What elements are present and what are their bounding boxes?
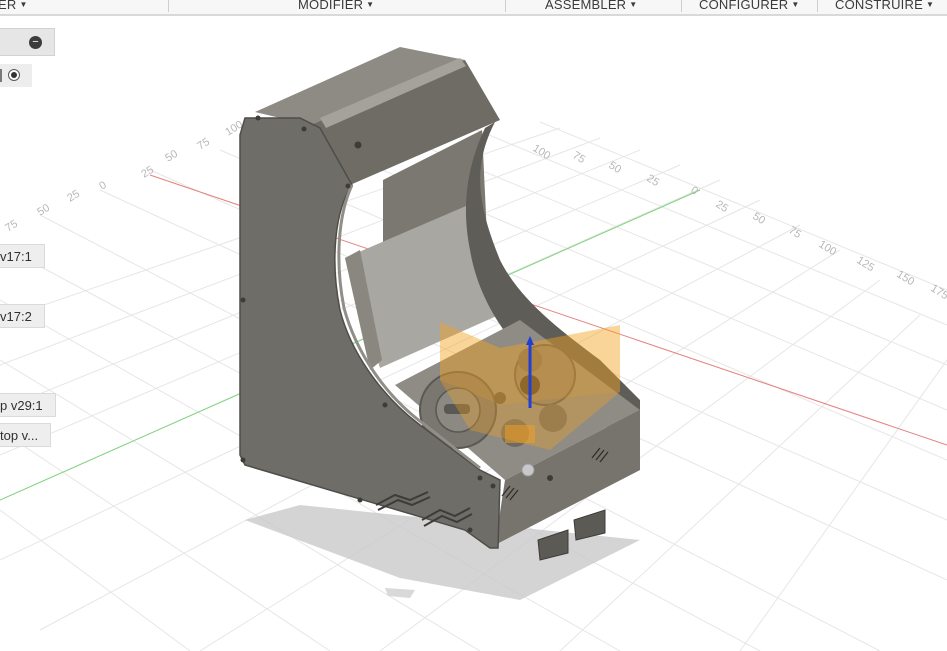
front-hole	[521, 463, 535, 477]
grid-tick-label: 0	[97, 179, 109, 192]
component-label[interactable]: top v...	[0, 423, 52, 447]
front-hole	[547, 475, 553, 481]
menu-assemble[interactable]: ASSEMBLER ▼	[545, 0, 637, 12]
grid-tick-label: 25	[65, 188, 82, 205]
grid-tick-label: 75	[570, 149, 587, 166]
component-label-text: p v29:1	[0, 398, 43, 413]
viewport-canvas[interactable]: 75 50 25 0 25 50 75 100 100 75 50 25 0 2…	[0, 16, 947, 651]
grid-tick-label: 75	[195, 136, 212, 153]
selection-gizmo-slot	[505, 425, 535, 443]
menu-modify[interactable]: MODIFIER ▼	[298, 0, 374, 12]
caret-down-icon: ▼	[791, 0, 800, 9]
menu-assemble-label: ASSEMBLER	[545, 0, 627, 12]
component-label[interactable]: p v29:1	[0, 393, 56, 417]
grid-tick-label: 100	[816, 238, 838, 258]
component-label-text: v17:1	[0, 249, 32, 264]
menu-configure-label: CONFIGURER	[699, 0, 789, 12]
grid-tick-label: 150	[894, 268, 916, 288]
component-label[interactable]: v17:2	[0, 304, 45, 328]
grid-tick-label: 50	[163, 148, 180, 165]
caret-down-icon: ▼	[925, 0, 935, 9]
menu-modify-label: MODIFIER	[298, 0, 364, 12]
menu-build-label: CONSTRUIRE	[835, 0, 923, 12]
menu-partial-label: ER	[0, 0, 17, 12]
grid-tick-label: 75	[3, 218, 20, 235]
grid-tick-label: 100	[530, 142, 552, 162]
component-label-text: top v...	[0, 428, 39, 443]
caret-down-icon: ▼	[366, 0, 375, 9]
menu-configure[interactable]: CONFIGURER ▼	[699, 0, 800, 12]
caret-down-icon: ▼	[19, 0, 28, 9]
grid-tick-label: 50	[750, 210, 767, 227]
grid-tick-label: 75	[786, 224, 803, 241]
grid-tick-label: 175	[928, 282, 947, 302]
toolbar-separator	[817, 0, 818, 12]
grid-tick-label: 25	[644, 172, 661, 189]
caret-down-icon: ▼	[629, 0, 638, 9]
loose-block	[573, 509, 606, 541]
grid-tick-label: 25	[713, 198, 730, 215]
toolbar-separator	[681, 0, 682, 12]
toolbar: ER ▼ MODIFIER ▼ ASSEMBLER ▼ CONFIGURER ▼ CON…	[0, 0, 947, 16]
browser-visibility-row	[0, 64, 32, 87]
component-label-text: v17:2	[0, 309, 32, 324]
tree-indent-bar	[0, 69, 2, 82]
grid-tick-label: 50	[606, 159, 623, 176]
grid-tick-label: 125	[854, 254, 876, 274]
radio-selected-icon[interactable]	[8, 69, 20, 81]
browser-collapse-row: −	[0, 28, 55, 56]
grid-tick-label: 50	[35, 202, 52, 219]
grid-tick-label: 25	[139, 164, 156, 181]
menu-partial-left[interactable]: ER ▼	[0, 0, 28, 12]
minus-circle-icon[interactable]: −	[29, 36, 42, 49]
toolbar-separator	[505, 0, 506, 12]
menu-build[interactable]: CONSTRUIRE ▼	[835, 0, 934, 12]
toolbar-separator	[168, 0, 169, 12]
component-label[interactable]: v17:1	[0, 244, 45, 268]
